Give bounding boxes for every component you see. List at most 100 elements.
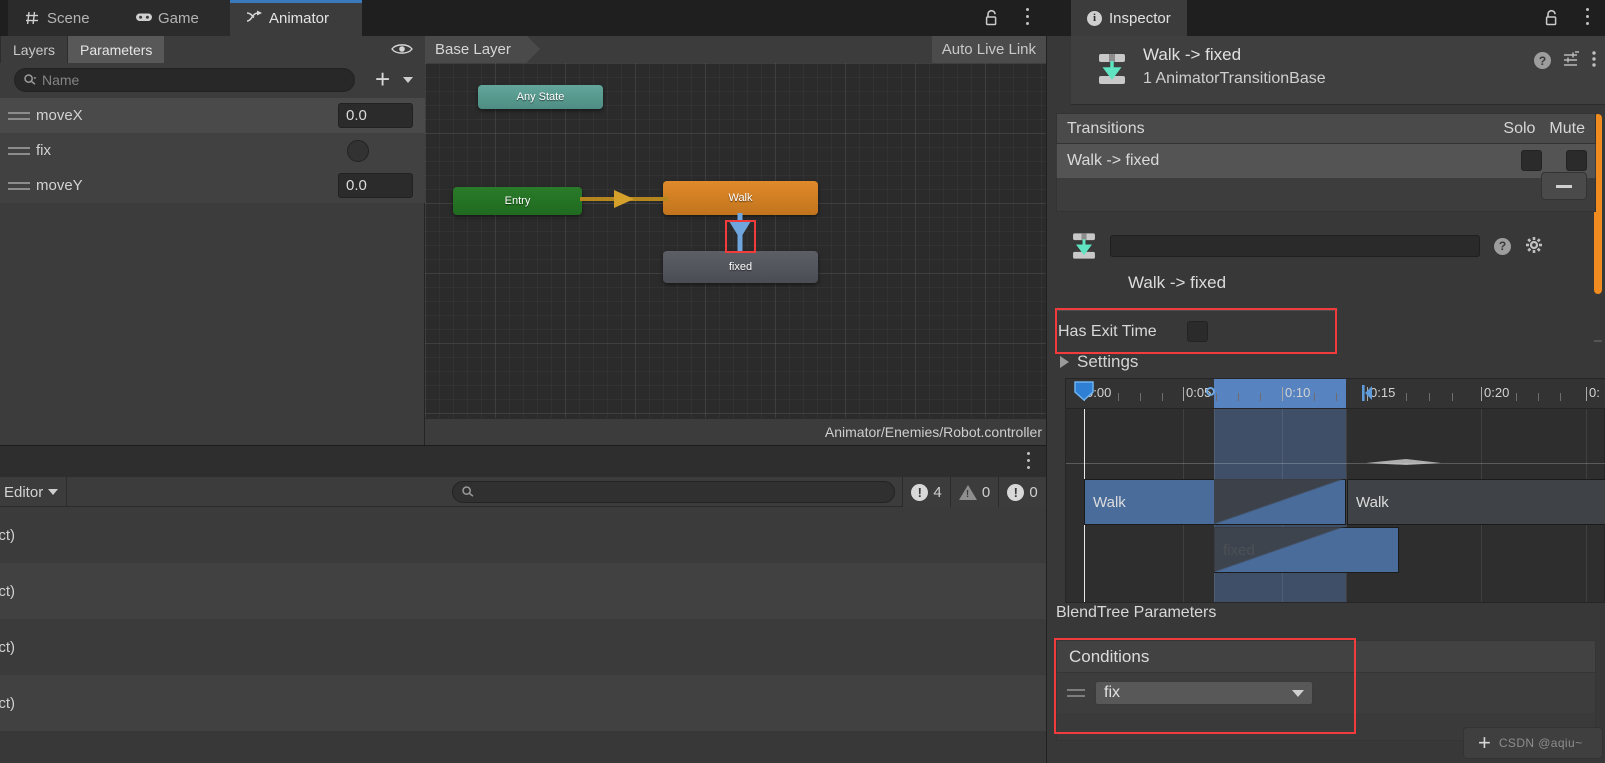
solo-column-label: Solo: [1503, 119, 1536, 137]
mute-column-label: Mute: [1549, 119, 1585, 137]
solo-checkbox[interactable]: [1521, 150, 1542, 171]
state-node-entry[interactable]: Entry: [453, 187, 582, 215]
transition-row[interactable]: Walk -> fixed: [1056, 144, 1596, 178]
playhead-knob-icon[interactable]: [1073, 381, 1095, 402]
tab-animator[interactable]: Animator: [230, 0, 362, 36]
add-parameter-button[interactable]: +: [375, 66, 390, 92]
timeline-clip[interactable]: Walk: [1347, 479, 1605, 525]
console-log-list[interactable]: ect) ect) ect) ect): [0, 507, 1046, 763]
exit-time-handle-icon[interactable]: [1206, 387, 1215, 396]
help-icon[interactable]: ?: [1534, 52, 1551, 69]
parameter-name: moveX: [36, 107, 83, 124]
log-row[interactable]: ect): [0, 619, 1046, 675]
inspector-options-kebab[interactable]: [1586, 8, 1590, 28]
animator-arrow-icon: [246, 10, 262, 26]
transition-object-row: ?: [1056, 224, 1605, 268]
auto-live-link-button[interactable]: Auto Live Link: [931, 36, 1046, 63]
chevron-down-icon[interactable]: [403, 77, 413, 83]
controller-path-label: Animator/Enemies/Robot.controller: [824, 424, 1042, 440]
add-condition-button[interactable]: + CSDN @aqiu~: [1463, 727, 1603, 759]
info-count-toggle[interactable]: ! 0: [998, 477, 1046, 507]
console-search-input[interactable]: [452, 481, 895, 503]
entry-to-walk-connector: [580, 190, 668, 208]
tab-game-label: Game: [158, 9, 199, 27]
animator-parameters-panel: Layers Parameters Name + moveX 0.0 fix m…: [0, 36, 425, 445]
search-icon: [23, 73, 37, 87]
tab-scene-label: Scene: [47, 9, 90, 27]
animator-window: Scene Game Animator Layers Parameters Na…: [0, 0, 1046, 445]
settings-foldout[interactable]: Settings: [1060, 352, 1138, 372]
inspector-object-header: Walk -> fixed 1 AnimatorTransitionBase ?: [1071, 36, 1605, 105]
walk-to-fixed-transition-arrow[interactable]: [726, 213, 754, 253]
tab-layers-label: Layers: [13, 41, 56, 58]
inspector-title: Walk -> fixed: [1143, 45, 1242, 64]
lock-icon[interactable]: [1544, 9, 1560, 27]
log-message: ect): [0, 526, 16, 544]
animator-options-kebab[interactable]: [1026, 8, 1030, 28]
tab-scene[interactable]: Scene: [8, 0, 119, 36]
scrollbar-tick: [1594, 340, 1602, 342]
inspector-tabbar: i Inspector: [1047, 0, 1605, 36]
state-node-fixed[interactable]: fixed: [663, 251, 818, 283]
transition-asset-icon: [1093, 50, 1131, 88]
transition-timeline[interactable]: 0:00 0:05 0:10 0:15 0:20 0: Walk Walk: [1065, 378, 1605, 603]
breadcrumb[interactable]: Base Layer: [425, 36, 540, 63]
state-node-label: fixed: [728, 261, 753, 273]
conditions-header-label: Conditions: [1069, 646, 1150, 666]
state-node-label: Entry: [504, 195, 531, 207]
parameter-row-fix[interactable]: fix: [0, 133, 425, 168]
console-counts: ! 4 0 ! 0: [902, 477, 1046, 507]
chevron-down-icon: [1292, 689, 1304, 697]
parameter-row-movex[interactable]: moveX 0.0: [0, 98, 425, 133]
timeline-selection-head[interactable]: [1214, 379, 1346, 408]
transition-detail: ? Walk -> fixed: [1056, 224, 1605, 298]
drag-handle-icon[interactable]: [8, 181, 30, 190]
parameter-value-field[interactable]: 0.0: [338, 173, 413, 198]
remove-transition-button[interactable]: [1541, 172, 1587, 200]
transitions-header: Transitions Solo Mute: [1056, 113, 1596, 144]
tab-inspector[interactable]: i Inspector: [1071, 0, 1187, 36]
timeline-ruler[interactable]: 0:00 0:05 0:10 0:15 0:20 0:: [1066, 379, 1605, 409]
condition-parameter-dropdown[interactable]: fix: [1095, 681, 1313, 705]
settings-label: Settings: [1077, 352, 1139, 371]
transition-object-field[interactable]: [1110, 235, 1480, 257]
console-window: Editor ! 4 0 ! 0: [0, 445, 1046, 763]
parameter-bool-toggle[interactable]: [347, 140, 369, 162]
parameter-row-movey[interactable]: moveY 0.0: [0, 168, 425, 203]
drag-handle-icon[interactable]: [8, 111, 30, 120]
transition-start-handle-icon[interactable]: [1362, 385, 1373, 404]
parameter-search-input[interactable]: Name: [14, 68, 355, 92]
warning-count-toggle[interactable]: 0: [950, 477, 998, 507]
lock-icon[interactable]: [984, 9, 1000, 27]
state-node-label: Any State: [516, 91, 565, 103]
log-message: ect): [0, 582, 16, 600]
has-exit-time-checkbox[interactable]: [1186, 321, 1208, 342]
state-node-any-state[interactable]: Any State: [478, 85, 603, 109]
tab-game[interactable]: Game: [119, 0, 230, 36]
console-filter-dropdown[interactable]: Editor: [0, 477, 68, 507]
gear-icon[interactable]: [1525, 236, 1543, 257]
inspector-header-icons: ?: [1534, 50, 1596, 71]
timeline-tracks[interactable]: Walk Walk fixed: [1066, 409, 1605, 602]
console-options-kebab[interactable]: [1027, 452, 1030, 473]
log-message: ect): [0, 694, 16, 712]
timeline-clip-fade: [1214, 527, 1346, 573]
graph-canvas[interactable]: Any State Entry Walk fixed: [425, 63, 1046, 418]
preset-icon[interactable]: [1563, 50, 1580, 71]
log-row[interactable]: ect): [0, 507, 1046, 563]
mute-checkbox[interactable]: [1566, 150, 1587, 171]
parameter-value-field[interactable]: 0.0: [338, 103, 413, 128]
condition-row[interactable]: fix: [1056, 673, 1596, 713]
state-node-label: Walk: [728, 192, 753, 204]
more-options-kebab[interactable]: [1592, 50, 1596, 71]
log-row[interactable]: ect): [0, 563, 1046, 619]
tab-layers[interactable]: Layers: [0, 36, 67, 63]
drag-handle-icon[interactable]: [8, 146, 30, 155]
log-row[interactable]: ect): [0, 675, 1046, 731]
drag-handle-icon[interactable]: [1067, 689, 1085, 697]
eye-icon[interactable]: [391, 42, 413, 56]
error-count-toggle[interactable]: ! 4: [902, 477, 950, 507]
help-icon[interactable]: ?: [1494, 237, 1511, 255]
tab-parameters[interactable]: Parameters: [67, 36, 165, 63]
state-node-walk[interactable]: Walk: [663, 181, 818, 215]
